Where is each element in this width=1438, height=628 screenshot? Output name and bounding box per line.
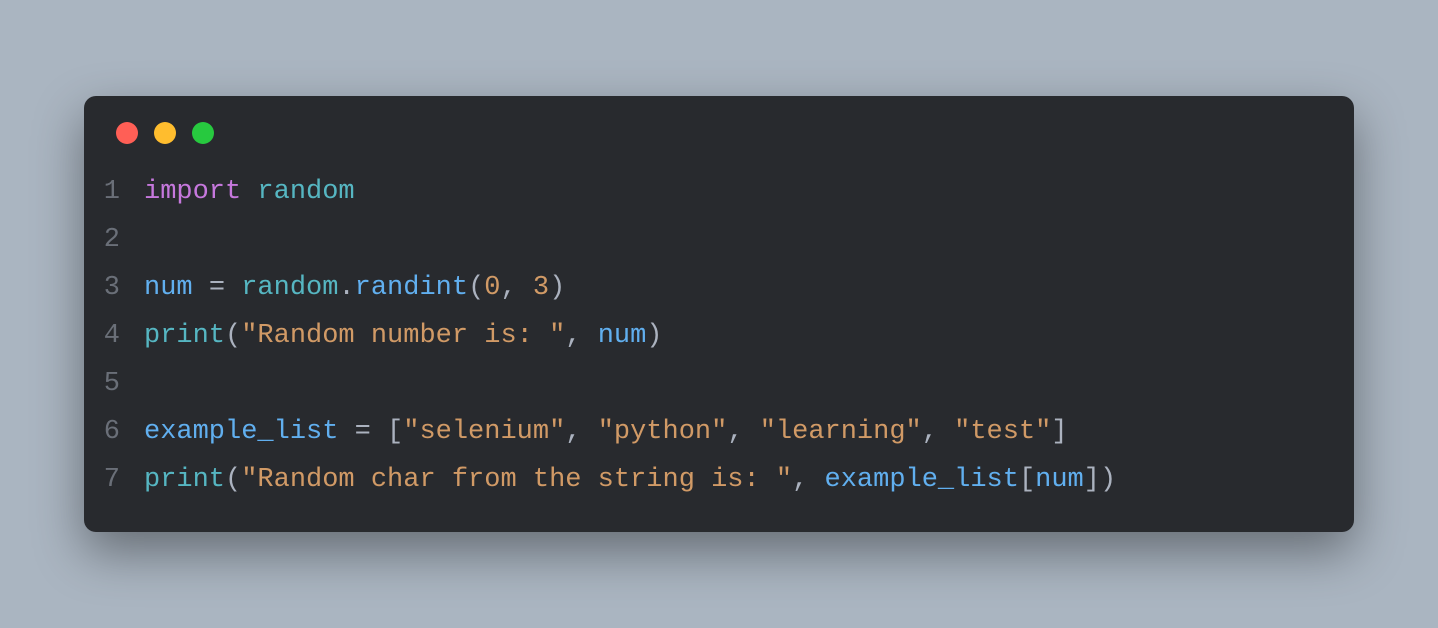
keyword-token: import <box>144 177 241 207</box>
line-content: print("Random char from the string is: "… <box>144 456 1116 504</box>
traffic-lights <box>84 122 1354 168</box>
builtin-token: print <box>144 465 225 495</box>
punct-token: , <box>792 465 808 495</box>
string-token: "selenium" <box>403 417 565 447</box>
line-content: example_list = ["selenium", "python", "l… <box>144 408 1068 456</box>
module-token: random <box>257 177 354 207</box>
punct-token: ] <box>1084 465 1100 495</box>
maximize-icon[interactable] <box>192 122 214 144</box>
punct-token: ] <box>1051 417 1067 447</box>
line-number: 6 <box>84 408 144 456</box>
line-content: num = random.randint(0, 3) <box>144 264 565 312</box>
line-number: 1 <box>84 168 144 216</box>
string-token: "test" <box>954 417 1051 447</box>
variable-token: num <box>598 321 647 351</box>
number-token: 3 <box>533 273 549 303</box>
punct-token: ) <box>549 273 565 303</box>
code-line: 3 num = random.randint(0, 3) <box>84 264 1354 312</box>
code-line: 7 print("Random char from the string is:… <box>84 456 1354 504</box>
punct-token: , <box>565 321 581 351</box>
code-editor[interactable]: 1 import random 2 3 num = random.randint… <box>84 168 1354 504</box>
punct-token: [ <box>1019 465 1035 495</box>
code-line: 6 example_list = ["selenium", "python", … <box>84 408 1354 456</box>
call-token: randint <box>355 273 468 303</box>
line-number: 2 <box>84 216 144 264</box>
module-token: random <box>241 273 338 303</box>
variable-token: num <box>1035 465 1084 495</box>
operator-token: = <box>209 273 225 303</box>
code-line: 5 <box>84 360 1354 408</box>
string-token: "python" <box>598 417 728 447</box>
punct-token: ( <box>468 273 484 303</box>
line-number: 7 <box>84 456 144 504</box>
code-window: 1 import random 2 3 num = random.randint… <box>84 96 1354 532</box>
line-content: print("Random number is: ", num) <box>144 312 663 360</box>
code-line: 1 import random <box>84 168 1354 216</box>
string-token: "Random char from the string is: " <box>241 465 792 495</box>
punct-token: , <box>500 273 516 303</box>
builtin-token: print <box>144 321 225 351</box>
variable-token: example_list <box>825 465 1019 495</box>
punct-token: ( <box>225 465 241 495</box>
minimize-icon[interactable] <box>154 122 176 144</box>
punct-token: ) <box>1100 465 1116 495</box>
variable-token: example_list <box>144 417 338 447</box>
line-number: 5 <box>84 360 144 408</box>
operator-token: = <box>355 417 371 447</box>
code-line: 4 print("Random number is: ", num) <box>84 312 1354 360</box>
line-number: 4 <box>84 312 144 360</box>
variable-token: num <box>144 273 193 303</box>
punct-token: ) <box>646 321 662 351</box>
punct-token: , <box>565 417 581 447</box>
string-token: "Random number is: " <box>241 321 565 351</box>
punct-token: [ <box>387 417 403 447</box>
close-icon[interactable] <box>116 122 138 144</box>
number-token: 0 <box>484 273 500 303</box>
code-line: 2 <box>84 216 1354 264</box>
punct-token: , <box>922 417 938 447</box>
punct-token: . <box>338 273 354 303</box>
string-token: "learning" <box>760 417 922 447</box>
punct-token: , <box>727 417 743 447</box>
line-content: import random <box>144 168 355 216</box>
punct-token: ( <box>225 321 241 351</box>
line-number: 3 <box>84 264 144 312</box>
